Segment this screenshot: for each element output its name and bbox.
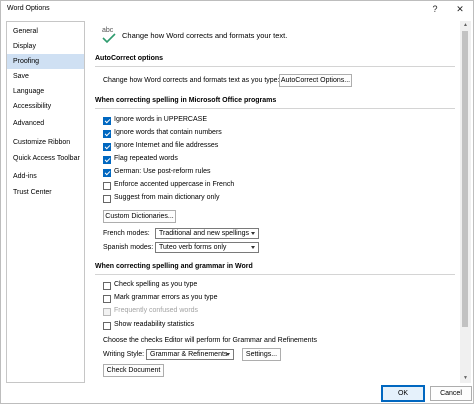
sidebar-item-display[interactable]: Display: [7, 39, 84, 54]
autocorrect-description: Change how Word corrects and formats tex…: [103, 77, 280, 84]
help-icon[interactable]: ?: [428, 3, 442, 16]
check-spelling-label: Check spelling as you type: [114, 281, 198, 288]
scroll-up-icon[interactable]: ▲: [460, 21, 471, 30]
autocorrect-section-title: AutoCorrect options: [95, 55, 164, 62]
vertical-scrollbar[interactable]: ▲ ▼: [460, 21, 471, 383]
title-bar: Word Options ? ✕: [1, 1, 473, 19]
check-document-button[interactable]: Check Document: [103, 364, 164, 377]
settings-button[interactable]: Settings...: [242, 348, 281, 361]
proofing-abc-check-icon: abc: [102, 27, 116, 44]
sidebar-item-save[interactable]: Save: [7, 69, 84, 84]
ignore-internet-addresses-label: Ignore Internet and file addresses: [114, 142, 219, 149]
chevron-down-icon: [251, 232, 255, 235]
writing-style-label: Writing Style:: [103, 351, 145, 358]
german-post-reform-checkbox[interactable]: [103, 169, 111, 177]
autocorrect-divider: [95, 66, 455, 67]
confused-words-checkbox: [103, 308, 111, 316]
chevron-down-icon: [251, 246, 255, 249]
flag-repeated-words-label: Flag repeated words: [114, 155, 178, 162]
french-modes-value: Traditional and new spellings: [159, 230, 250, 237]
suggest-main-dictionary-label: Suggest from main dictionary only: [114, 194, 220, 201]
ignore-numbers-label: Ignore words that contain numbers: [114, 129, 222, 136]
sidebar-item-proofing[interactable]: Proofing: [7, 54, 84, 69]
mark-grammar-checkbox[interactable]: [103, 295, 111, 303]
ignore-uppercase-checkbox[interactable]: [103, 117, 111, 125]
suggest-main-dictionary-checkbox[interactable]: [103, 195, 111, 203]
dialog-footer: OK Cancel: [1, 383, 473, 403]
spelling-word-divider: [95, 274, 455, 275]
scroll-down-icon[interactable]: ▼: [460, 374, 471, 383]
ignore-numbers-checkbox[interactable]: [103, 130, 111, 138]
spelling-word-section-title: When correcting spelling and grammar in …: [95, 263, 253, 270]
proofing-panel: abc Change how Word corrects and formats…: [89, 21, 460, 383]
custom-dictionaries-button[interactable]: Custom Dictionaries...: [103, 210, 176, 223]
sidebar: General Display Proofing Save Language A…: [6, 21, 85, 383]
cancel-button[interactable]: Cancel: [430, 386, 472, 401]
proofing-icon-text: abc: [102, 27, 114, 34]
enforce-accented-uppercase-checkbox[interactable]: [103, 182, 111, 190]
window-title: Word Options: [7, 5, 50, 12]
page-header-text: Change how Word corrects and formats you…: [122, 31, 288, 40]
close-icon[interactable]: ✕: [453, 3, 467, 16]
spanish-modes-value: Tuteo verb forms only: [159, 244, 227, 251]
french-modes-label: French modes:: [103, 230, 150, 237]
sidebar-item-add-ins[interactable]: Add-ins: [7, 169, 84, 184]
sidebar-item-accessibility[interactable]: Accessibility: [7, 99, 84, 114]
confused-words-label: Frequently confused words: [114, 307, 199, 314]
word-options-dialog: Word Options ? ✕ General Display Proofin…: [0, 0, 474, 404]
flag-repeated-words-checkbox[interactable]: [103, 156, 111, 164]
mark-grammar-label: Mark grammar errors as you type: [114, 294, 218, 301]
ignore-internet-addresses-checkbox[interactable]: [103, 143, 111, 151]
sidebar-item-quick-access-toolbar[interactable]: Quick Access Toolbar: [7, 151, 84, 166]
writing-style-dropdown[interactable]: Grammar & Refinements: [146, 349, 234, 360]
french-modes-dropdown[interactable]: Traditional and new spellings: [155, 228, 259, 239]
autocorrect-options-button[interactable]: AutoCorrect Options...: [279, 74, 352, 87]
scrollbar-thumb[interactable]: [462, 31, 468, 327]
sidebar-item-trust-center[interactable]: Trust Center: [7, 185, 84, 200]
spanish-modes-label: Spanish modes:: [103, 244, 154, 251]
chevron-down-icon: [226, 353, 230, 356]
readability-statistics-label: Show readability statistics: [114, 321, 195, 328]
spanish-modes-dropdown[interactable]: Tuteo verb forms only: [155, 242, 259, 253]
sidebar-item-language[interactable]: Language: [7, 84, 84, 99]
enforce-accented-uppercase-label: Enforce accented uppercase in French: [114, 181, 235, 188]
sidebar-item-customize-ribbon[interactable]: Customize Ribbon: [7, 135, 84, 150]
readability-statistics-checkbox[interactable]: [103, 322, 111, 330]
editor-checks-description: Choose the checks Editor will perform fo…: [103, 337, 317, 344]
spelling-office-divider: [95, 108, 455, 109]
sidebar-item-general[interactable]: General: [7, 24, 84, 39]
ignore-uppercase-label: Ignore words in UPPERCASE: [114, 116, 207, 123]
ok-button[interactable]: OK: [381, 385, 425, 402]
sidebar-item-advanced[interactable]: Advanced: [7, 116, 84, 131]
german-post-reform-label: German: Use post-reform rules: [114, 168, 211, 175]
spelling-office-section-title: When correcting spelling in Microsoft Of…: [95, 97, 277, 104]
check-spelling-checkbox[interactable]: [103, 282, 111, 290]
writing-style-value: Grammar & Refinements: [150, 351, 228, 358]
